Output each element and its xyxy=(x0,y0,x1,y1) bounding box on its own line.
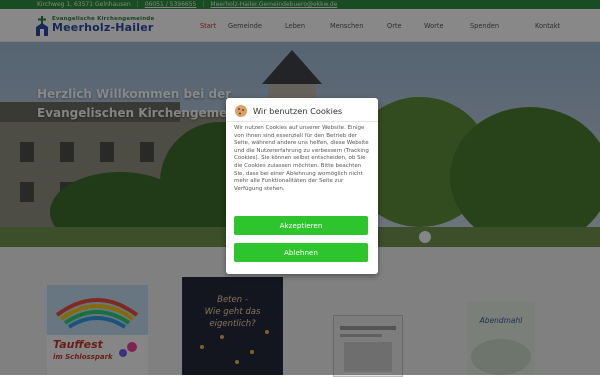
cookie-icon xyxy=(235,105,247,117)
reject-cookies-button[interactable]: Ablehnen xyxy=(234,243,368,262)
accept-cookies-button[interactable]: Akzeptieren xyxy=(234,216,368,235)
cookie-dialog-text: Wir nutzen Cookies auf unserer Website. … xyxy=(234,125,369,192)
cookie-consent-dialog: Wir benutzen Cookies Wir nutzen Cookies … xyxy=(226,98,378,274)
divider xyxy=(226,121,378,122)
cookie-dialog-title: Wir benutzen Cookies xyxy=(253,106,343,116)
